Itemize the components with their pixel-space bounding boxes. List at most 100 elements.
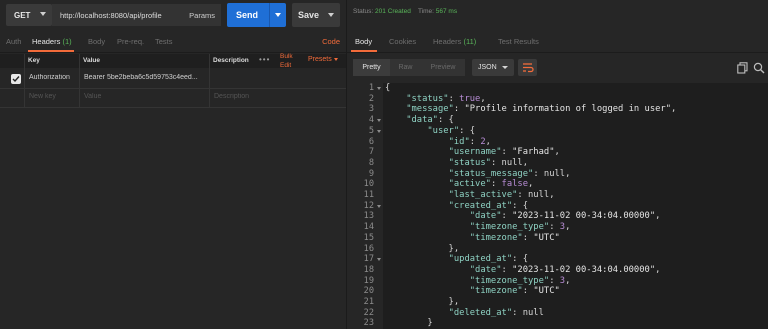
header-value[interactable]: Bearer 5be2beba6c5d59753c4eed... <box>84 74 206 81</box>
code-line: "active": false, <box>448 179 534 190</box>
line-number: 3 <box>368 104 374 115</box>
params-button[interactable]: Params <box>189 11 215 20</box>
headers-table-header: Key Value Description ••• Bulk Edit Prese… <box>0 52 346 70</box>
code-line: } <box>385 318 433 329</box>
tab-headers-label: Headers <box>433 37 462 46</box>
code-line: "message": "Profile information of logge… <box>406 104 677 115</box>
code-line: "timezone": "UTC" <box>469 286 560 297</box>
active-tab-indicator <box>351 50 377 52</box>
time-label: Time: <box>417 8 434 15</box>
code-line: "data": { <box>406 115 454 126</box>
new-value-input[interactable]: Value <box>84 93 101 100</box>
line-number: 7 <box>368 147 374 158</box>
line-number: 10 <box>363 179 374 190</box>
code-line: "status": true, <box>406 93 486 104</box>
chevron-down-icon[interactable] <box>275 13 281 17</box>
request-pane: GET http://localhost:8080/api/profile Pa… <box>0 0 347 329</box>
tab-cookies[interactable]: Cookies <box>389 37 416 46</box>
tab-test-results[interactable]: Test Results <box>498 37 539 46</box>
status-value: 201 Created <box>375 8 411 15</box>
url-input[interactable]: http://localhost:8080/api/profile Params <box>52 4 221 26</box>
fold-toggle-icon[interactable] <box>377 119 381 122</box>
status-label: Status: <box>353 8 374 15</box>
tab-body[interactable]: Body <box>355 37 372 46</box>
line-number: 13 <box>363 211 374 222</box>
code-line: "last_active": null, <box>448 190 555 200</box>
col-value: Value <box>83 57 100 64</box>
view-raw-button[interactable]: Raw <box>390 59 421 76</box>
copy-icon[interactable] <box>737 62 748 74</box>
method-select[interactable]: GET <box>6 4 52 26</box>
tab-body[interactable]: Body <box>88 37 105 46</box>
checkbox-checked-icon[interactable] <box>11 74 21 84</box>
fold-toggle-icon[interactable] <box>377 258 381 261</box>
code-line: "username": "Farhad", <box>448 147 560 158</box>
code-line: "id": 2, <box>448 136 491 147</box>
line-number: 1 <box>368 83 374 93</box>
header-key[interactable]: Authorization <box>29 74 77 81</box>
tab-headers[interactable]: Headers (1) <box>32 37 72 46</box>
code-link[interactable]: Code <box>322 37 340 46</box>
code-line: { <box>385 83 391 93</box>
chevron-down-icon <box>333 57 338 61</box>
line-number: 21 <box>363 297 374 307</box>
code-line: "updated_at": { <box>448 254 529 265</box>
view-pretty-button[interactable]: Pretty <box>353 59 390 76</box>
format-select[interactable]: JSON <box>472 59 514 76</box>
line-number: 8 <box>368 157 374 168</box>
table-row: Authorization Bearer 5be2beba6c5d59753c4… <box>0 70 346 89</box>
new-description-input[interactable]: Description <box>214 93 249 100</box>
chevron-down-icon <box>502 66 508 69</box>
line-number: 18 <box>363 264 374 275</box>
tab-tests[interactable]: Tests <box>155 37 173 46</box>
request-tabs: Auth Headers (1) Body Pre-req. Tests Cod… <box>0 34 346 53</box>
code-line: }, <box>385 297 460 307</box>
chevron-down-icon[interactable] <box>328 13 334 17</box>
response-status: Status: 201 Created Time: 567 ms <box>353 8 457 15</box>
fold-toggle-icon[interactable] <box>377 205 381 208</box>
tab-prereq[interactable]: Pre-req. <box>117 37 144 46</box>
line-number: 22 <box>363 307 374 318</box>
line-number: 23 <box>363 318 374 329</box>
line-number: 16 <box>363 243 374 254</box>
fold-toggle-icon[interactable] <box>377 130 381 133</box>
code-line: "user": { <box>427 125 476 136</box>
line-number: 2 <box>368 93 374 104</box>
chevron-down-icon <box>40 12 46 16</box>
code-line: "timezone_type": 3, <box>469 275 571 286</box>
bulk-edit-link[interactable]: Bulk Edit <box>280 52 293 70</box>
wrap-lines-icon <box>523 63 534 73</box>
search-icon[interactable] <box>753 62 765 74</box>
presets-dropdown[interactable]: Presets <box>308 56 338 63</box>
line-number: 6 <box>368 136 374 147</box>
save-button[interactable]: Save <box>292 3 340 27</box>
line-number: 20 <box>363 286 374 297</box>
code-line: "created_at": { <box>448 200 529 211</box>
tab-auth[interactable]: Auth <box>6 37 21 46</box>
format-label: JSON <box>478 64 497 71</box>
bulk-edit-line1: Bulk <box>280 53 293 60</box>
wrap-lines-button[interactable] <box>518 59 537 76</box>
line-number: 17 <box>363 254 374 265</box>
tab-headers-count: (11) <box>463 37 477 46</box>
line-number: 4 <box>368 115 374 126</box>
line-gutter: 1 2 3 4 5 6 7 8 9 10 11 12 13 14 15 16 1… <box>347 83 383 329</box>
send-button[interactable]: Send <box>227 3 286 27</box>
code-line: "status": null, <box>448 157 529 168</box>
more-options-icon[interactable]: ••• <box>259 55 270 64</box>
url-text: http://localhost:8080/api/profile <box>60 10 162 20</box>
code-line: }, <box>385 243 460 254</box>
new-key-input[interactable]: New key <box>29 93 56 100</box>
method-label: GET <box>14 10 31 20</box>
save-label: Save <box>298 10 320 20</box>
view-preview-button[interactable]: Preview <box>421 59 465 76</box>
response-body-editor[interactable]: 1 2 3 4 5 6 7 8 9 10 11 12 13 14 15 16 1… <box>347 83 768 329</box>
code-line: "timezone_type": 3, <box>469 222 571 233</box>
col-description: Description <box>213 57 249 64</box>
code-line: "timezone": "UTC" <box>469 232 560 243</box>
line-number: 14 <box>363 222 374 233</box>
response-tabs: Body Cookies Headers (11) Test Results <box>347 34 768 53</box>
fold-toggle-icon[interactable] <box>377 87 381 90</box>
tab-headers[interactable]: Headers (11) <box>433 37 476 46</box>
active-tab-indicator <box>28 50 74 52</box>
